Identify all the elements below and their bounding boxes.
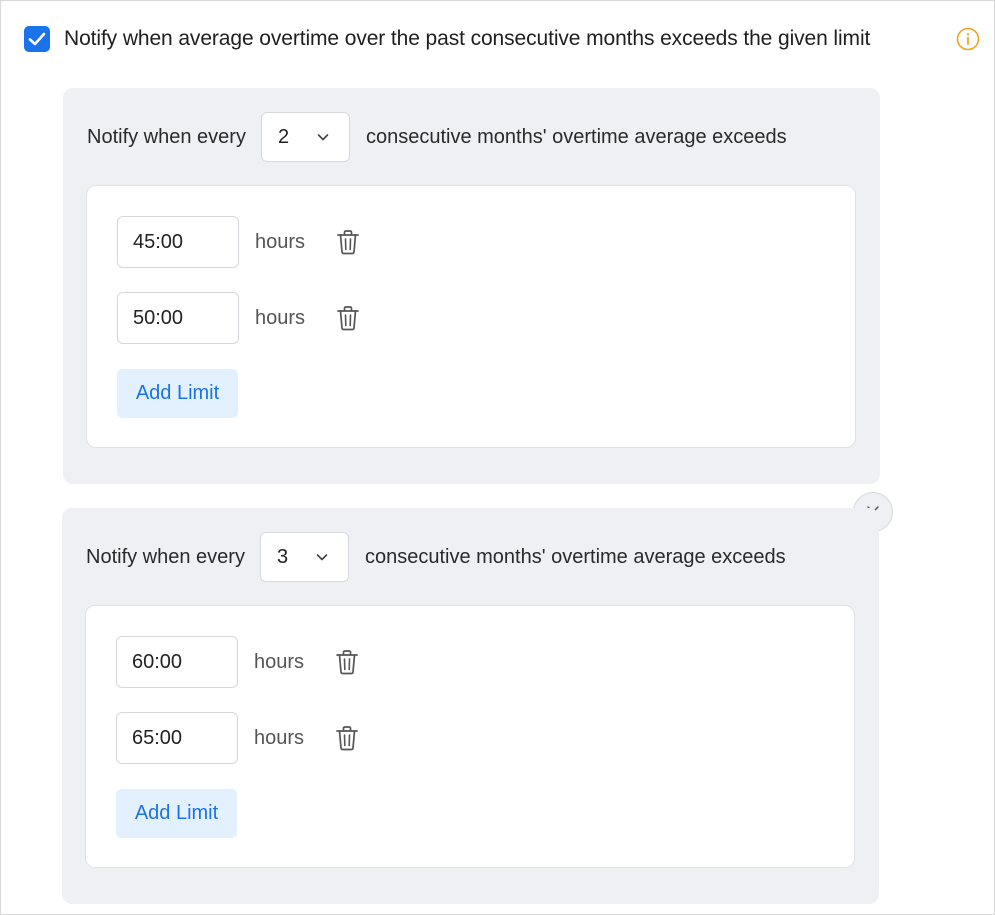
trash-icon[interactable] <box>335 304 361 332</box>
overtime-notification-panel: Notify when average overtime over the pa… <box>0 0 995 915</box>
consecutive-months-label: consecutive months' overtime average exc… <box>365 125 787 148</box>
hours-unit-label: hours <box>254 726 305 749</box>
limit-row: hours <box>117 216 361 268</box>
limit-row: hours <box>116 636 360 688</box>
limits-card: hours hours <box>86 185 856 448</box>
limit-row: hours <box>117 292 361 344</box>
months-select-value: 3 <box>276 545 289 568</box>
limit-hours-input[interactable] <box>117 292 239 344</box>
group-rule-row: Notify when every 2 consecutive months' … <box>63 111 880 163</box>
months-select-value: 2 <box>277 125 290 148</box>
group-rule-row: Notify when every 3 consecutive months' … <box>62 531 879 583</box>
checkmark-icon <box>28 32 46 46</box>
months-select[interactable]: 3 <box>259 532 349 582</box>
limit-hours-input[interactable] <box>116 712 238 764</box>
chevron-down-icon <box>316 554 328 561</box>
trash-icon[interactable] <box>334 648 360 676</box>
hours-unit-label: hours <box>254 650 305 673</box>
limit-group-1: Notify when every 2 consecutive months' … <box>63 88 880 484</box>
main-option-label: Notify when average overtime over the pa… <box>64 27 871 50</box>
limit-hours-input[interactable] <box>117 216 239 268</box>
limit-row: hours <box>116 712 360 764</box>
notify-average-overtime-checkbox[interactable] <box>24 26 50 52</box>
limit-hours-input[interactable] <box>116 636 238 688</box>
notify-every-label: Notify when every <box>86 545 245 568</box>
trash-icon[interactable] <box>334 724 360 752</box>
trash-icon[interactable] <box>335 228 361 256</box>
main-option-row: Notify when average overtime over the pa… <box>24 25 870 53</box>
months-select[interactable]: 2 <box>260 112 350 162</box>
limit-group-2: Notify when every 3 consecutive months' … <box>62 508 879 904</box>
consecutive-months-label: consecutive months' overtime average exc… <box>364 545 786 568</box>
add-limit-button[interactable]: Add Limit <box>117 369 238 418</box>
hours-unit-label: hours <box>255 306 306 329</box>
chevron-down-icon <box>317 134 329 141</box>
add-limit-button[interactable]: Add Limit <box>116 789 237 838</box>
info-icon[interactable] <box>956 27 980 51</box>
notify-every-label: Notify when every <box>87 125 246 148</box>
limits-card: hours hours <box>85 605 855 868</box>
hours-unit-label: hours <box>255 230 306 253</box>
